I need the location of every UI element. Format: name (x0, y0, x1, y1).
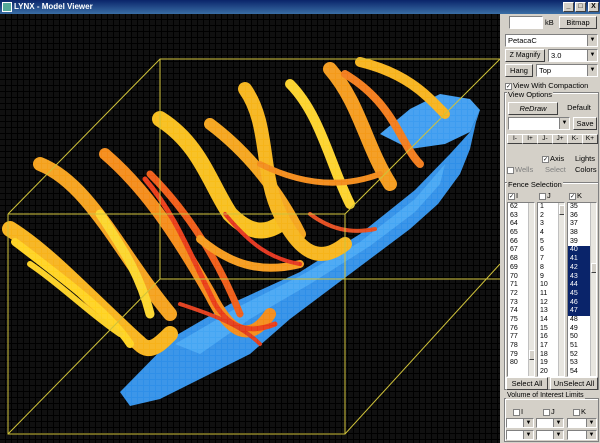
checkbox-icon (513, 408, 520, 416)
axis-checkbox[interactable]: ✓ Axis (542, 154, 564, 163)
scrollbar[interactable] (590, 203, 596, 376)
bitmap-button[interactable]: Bitmap (559, 16, 597, 29)
chevron-down-icon[interactable]: ▼ (587, 35, 597, 46)
app-icon (2, 2, 12, 12)
chevron-down-icon[interactable]: ▼ (587, 65, 597, 76)
fence-j-label: J (547, 191, 551, 200)
check-icon: ✓ (508, 192, 515, 200)
chevron-down-icon[interactable]: ▼ (586, 419, 596, 427)
voi-limits-label: Volume of Interest Limits (506, 392, 585, 399)
hang-select[interactable]: Top ▼ (536, 64, 598, 77)
save-view-button[interactable]: Save (573, 117, 597, 130)
voi-i-min-select[interactable]: ▼ (506, 418, 534, 428)
fence-i-label: I (516, 191, 519, 200)
view-compaction-checkbox[interactable]: ✓ View With Compaction (505, 81, 588, 90)
checkbox-icon (543, 408, 550, 416)
voi-j-max-select[interactable]: ▼ (536, 430, 564, 440)
chevron-down-icon[interactable]: ▼ (586, 431, 596, 439)
lights-label[interactable]: Lights (575, 154, 595, 163)
control-panel: kB Bitmap PetacaC ▼ Z Magnify 3.0 ▼ Hang… (503, 14, 600, 443)
model-3d-viewport[interactable] (0, 14, 500, 443)
fence-j-list[interactable]: 1 2 3 4 5 6 7 8 9 10 11 12 13 14 15 16 17 18 19 20 (537, 202, 565, 377)
axis-j-plus-button[interactable]: J+ (552, 134, 568, 144)
voi-j-label: J (551, 407, 555, 416)
fence-k-list[interactable]: 35 36 37 38 39 40 41 42 43 44 45 46 47 48 49 50 51 52 53 54 (567, 202, 597, 377)
maximize-button[interactable]: □ (575, 2, 586, 12)
scroll-thumb[interactable] (529, 350, 534, 360)
chevron-down-icon[interactable]: ▼ (587, 50, 597, 61)
model-select-value: PetacaC (508, 36, 537, 45)
z-magnify-button[interactable]: Z Magnify (505, 49, 545, 62)
title-bar[interactable]: LYNX - Model Viewer _ □ X (0, 0, 600, 14)
z-magnify-value: 3.0 (551, 51, 562, 60)
reservoir-model-render (0, 14, 500, 443)
voi-j-checkbox[interactable]: J (543, 407, 555, 416)
hang-value: Top (539, 66, 552, 75)
window-title: LYNX - Model Viewer (14, 2, 93, 11)
select-wells-button[interactable]: Select (545, 165, 566, 174)
fence-j-checkbox[interactable]: J (539, 191, 551, 200)
checkbox-icon (507, 166, 514, 174)
default-button[interactable]: Default (561, 102, 597, 115)
size-unit-label: kB (545, 18, 554, 27)
fence-selection-label: Fence Selection (507, 180, 563, 189)
chevron-down-icon[interactable]: ▼ (559, 118, 569, 129)
axis-i-plus-button[interactable]: I+ (522, 134, 538, 144)
chevron-down-icon[interactable]: ▼ (523, 419, 533, 427)
z-magnify-select[interactable]: 3.0 ▼ (548, 49, 598, 62)
model-select[interactable]: PetacaC ▼ (505, 34, 598, 47)
voi-i-label: I (521, 407, 524, 416)
chevron-down-icon[interactable]: ▼ (553, 419, 563, 427)
check-icon: ✓ (569, 192, 576, 200)
chevron-down-icon[interactable]: ▼ (523, 431, 533, 439)
select-all-button[interactable]: Select All (506, 377, 548, 390)
scroll-thumb[interactable] (591, 263, 596, 273)
fence-i-list[interactable]: 62 63 64 65 66 67 68 69 70 71 72 73 74 75 76 77 78 79 80 (507, 202, 535, 377)
axis-j-minus-button[interactable]: J- (537, 134, 553, 144)
wells-checkbox[interactable]: Wells (507, 165, 533, 174)
hang-button[interactable]: Hang (505, 64, 533, 77)
scrollbar[interactable] (558, 203, 564, 376)
voi-k-max-select[interactable]: ▼ (567, 430, 597, 440)
size-field (509, 16, 543, 29)
voi-i-max-select[interactable]: ▼ (506, 430, 534, 440)
voi-k-checkbox[interactable]: K (573, 407, 586, 416)
fence-k-checkbox[interactable]: ✓ K (569, 191, 582, 200)
check-icon: ✓ (505, 82, 512, 90)
axis-k-minus-button[interactable]: K- (567, 134, 583, 144)
colors-button[interactable]: Colors (575, 165, 597, 174)
voi-k-label: K (581, 407, 587, 416)
axis-i-minus-button[interactable]: I- (507, 134, 523, 144)
view-options-label: View Options (507, 90, 554, 99)
model-viewer-window: LYNX - Model Viewer _ □ X kB Bitmap Peta… (0, 0, 600, 443)
axis-k-plus-button[interactable]: K+ (582, 134, 598, 144)
view-compaction-label: View With Compaction (513, 81, 589, 90)
view-preset-select[interactable]: ▼ (508, 117, 570, 130)
minimize-button[interactable]: _ (563, 2, 574, 12)
unselect-all-button[interactable]: UnSelect All (550, 377, 598, 390)
fence-i-checkbox[interactable]: ✓ I (508, 191, 518, 200)
redraw-button[interactable]: ReDraw (508, 102, 558, 115)
checkbox-icon (573, 408, 580, 416)
voi-j-min-select[interactable]: ▼ (536, 418, 564, 428)
scroll-thumb[interactable] (559, 205, 564, 215)
chevron-down-icon[interactable]: ▼ (553, 431, 563, 439)
fence-k-label: K (577, 191, 583, 200)
voi-k-min-select[interactable]: ▼ (567, 418, 597, 428)
checkbox-icon (539, 192, 546, 200)
scrollbar[interactable] (528, 203, 534, 376)
axis-label: Axis (550, 154, 565, 163)
voi-i-checkbox[interactable]: I (513, 407, 523, 416)
wells-label: Wells (515, 165, 534, 174)
close-button[interactable]: X (588, 2, 599, 12)
check-icon: ✓ (542, 155, 549, 163)
